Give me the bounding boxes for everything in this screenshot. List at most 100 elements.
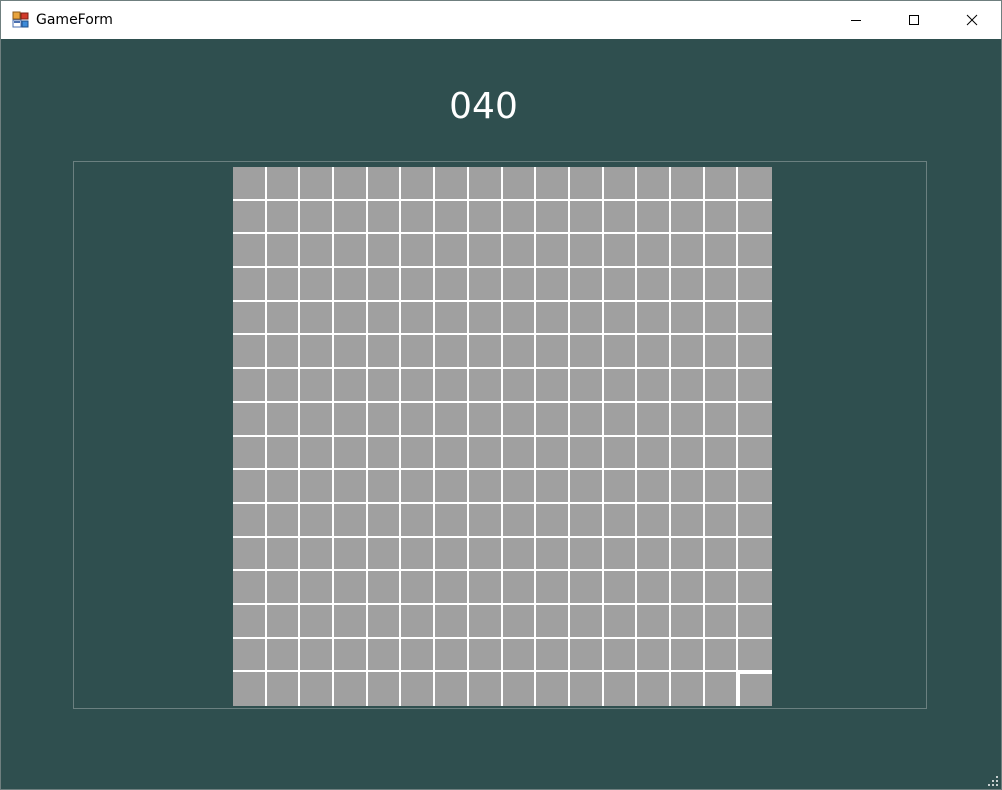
grid-cell[interactable]: [738, 234, 772, 269]
grid-cell[interactable]: [603, 571, 638, 605]
grid-cell[interactable]: [367, 234, 402, 269]
grid-cell[interactable]: [300, 503, 335, 538]
grid-cell[interactable]: [233, 200, 267, 235]
grid-cell[interactable]: [603, 503, 638, 538]
grid-cell[interactable]: [435, 301, 469, 336]
grid-cell[interactable]: [468, 234, 503, 269]
grid-cell[interactable]: [334, 638, 368, 673]
grid-cell[interactable]: [334, 537, 368, 572]
grid-cell[interactable]: [670, 503, 705, 538]
grid-cell-revealed[interactable]: [738, 672, 772, 706]
grid-cell[interactable]: [603, 268, 638, 302]
grid-cell[interactable]: [300, 436, 335, 471]
grid-cell[interactable]: [502, 200, 537, 235]
grid-cell[interactable]: [233, 335, 267, 370]
grid-cell[interactable]: [401, 402, 436, 437]
grid-cell[interactable]: [233, 571, 267, 605]
grid-cell[interactable]: [401, 200, 436, 235]
grid-cell[interactable]: [670, 638, 705, 673]
grid-cell[interactable]: [300, 470, 335, 504]
grid-cell[interactable]: [266, 167, 301, 201]
grid-cell[interactable]: [334, 470, 368, 504]
grid-cell[interactable]: [334, 200, 368, 235]
grid-cell[interactable]: [637, 200, 671, 235]
grid-cell[interactable]: [401, 268, 436, 302]
grid-cell[interactable]: [266, 436, 301, 471]
grid-cell[interactable]: [367, 537, 402, 572]
grid-cell[interactable]: [569, 234, 604, 269]
grid-cell[interactable]: [300, 335, 335, 370]
grid-cell[interactable]: [569, 537, 604, 572]
grid-cell[interactable]: [233, 470, 267, 504]
grid-cell[interactable]: [334, 436, 368, 471]
grid-cell[interactable]: [502, 268, 537, 302]
grid-cell[interactable]: [266, 268, 301, 302]
grid-cell[interactable]: [367, 402, 402, 437]
grid-cell[interactable]: [670, 571, 705, 605]
grid-cell[interactable]: [401, 537, 436, 572]
grid-cell[interactable]: [468, 200, 503, 235]
grid-cell[interactable]: [334, 301, 368, 336]
grid-cell[interactable]: [435, 672, 469, 706]
grid-cell[interactable]: [603, 537, 638, 572]
grid-cell[interactable]: [401, 234, 436, 269]
grid-cell[interactable]: [704, 503, 739, 538]
grid-cell[interactable]: [603, 234, 638, 269]
grid-cell[interactable]: [435, 470, 469, 504]
grid-cell[interactable]: [435, 335, 469, 370]
grid-cell[interactable]: [266, 571, 301, 605]
grid-cell[interactable]: [704, 672, 739, 706]
grid-cell[interactable]: [367, 604, 402, 639]
grid-cell[interactable]: [367, 470, 402, 504]
grid-cell[interactable]: [435, 638, 469, 673]
grid-cell[interactable]: [603, 167, 638, 201]
grid-cell[interactable]: [266, 672, 301, 706]
grid-cell[interactable]: [637, 335, 671, 370]
grid-cell[interactable]: [569, 470, 604, 504]
grid-cell[interactable]: [670, 436, 705, 471]
grid-cell[interactable]: [300, 301, 335, 336]
grid-cell[interactable]: [670, 470, 705, 504]
grid-cell[interactable]: [637, 234, 671, 269]
grid-cell[interactable]: [233, 604, 267, 639]
grid-cell[interactable]: [637, 436, 671, 471]
grid-cell[interactable]: [670, 672, 705, 706]
grid-cell[interactable]: [468, 537, 503, 572]
grid-cell[interactable]: [334, 335, 368, 370]
grid-cell[interactable]: [637, 369, 671, 403]
grid-cell[interactable]: [468, 638, 503, 673]
grid-cell[interactable]: [233, 234, 267, 269]
grid-cell[interactable]: [536, 234, 570, 269]
grid-cell[interactable]: [334, 503, 368, 538]
grid-cell[interactable]: [300, 402, 335, 437]
grid-cell[interactable]: [536, 369, 570, 403]
grid-cell[interactable]: [637, 268, 671, 302]
resize-grip-icon[interactable]: [987, 775, 999, 787]
grid-cell[interactable]: [536, 335, 570, 370]
grid-cell[interactable]: [670, 369, 705, 403]
grid-cell[interactable]: [536, 537, 570, 572]
maximize-button[interactable]: [885, 1, 943, 39]
grid-cell[interactable]: [502, 167, 537, 201]
grid-cell[interactable]: [670, 537, 705, 572]
grid-cell[interactable]: [435, 503, 469, 538]
grid-cell[interactable]: [401, 503, 436, 538]
grid-cell[interactable]: [670, 234, 705, 269]
grid-cell[interactable]: [266, 604, 301, 639]
grid-cell[interactable]: [738, 503, 772, 538]
grid-cell[interactable]: [738, 335, 772, 370]
grid-cell[interactable]: [502, 672, 537, 706]
grid-cell[interactable]: [569, 571, 604, 605]
grid-cell[interactable]: [738, 167, 772, 201]
grid-cell[interactable]: [603, 369, 638, 403]
grid-cell[interactable]: [502, 335, 537, 370]
grid-cell[interactable]: [334, 571, 368, 605]
grid-cell[interactable]: [300, 167, 335, 201]
grid-cell[interactable]: [536, 301, 570, 336]
grid-cell[interactable]: [367, 638, 402, 673]
grid-cell[interactable]: [704, 234, 739, 269]
grid-cell[interactable]: [435, 369, 469, 403]
grid-cell[interactable]: [637, 167, 671, 201]
title-bar[interactable]: GameForm: [1, 1, 1001, 39]
grid-cell[interactable]: [435, 402, 469, 437]
